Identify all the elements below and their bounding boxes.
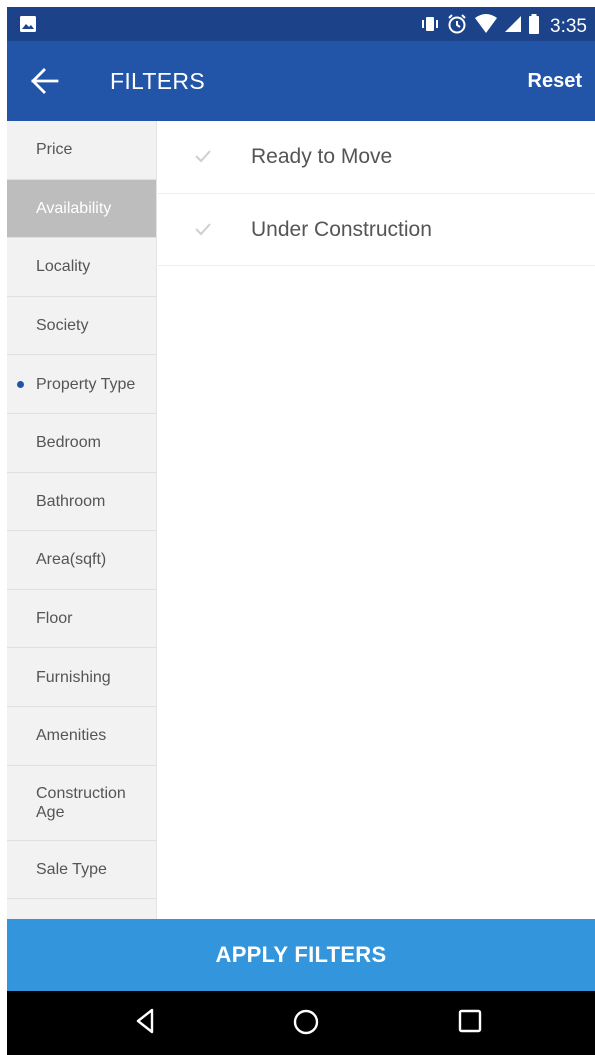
option-ready-to-move[interactable]: Ready to Move bbox=[158, 121, 595, 194]
option-label: Ready to Move bbox=[251, 145, 393, 168]
sidebar-item-label: Property Type bbox=[36, 375, 136, 393]
sidebar-item-label: Bedroom bbox=[36, 434, 101, 452]
sidebar-item-bathroom[interactable]: Bathroom bbox=[7, 473, 156, 532]
signal-icon bbox=[504, 15, 522, 38]
wifi-icon bbox=[474, 14, 498, 39]
option-under-construction[interactable]: Under Construction bbox=[158, 194, 595, 266]
sidebar-item-label: Availability bbox=[36, 199, 112, 217]
sidebar-item-society[interactable]: Society bbox=[7, 297, 156, 356]
sidebar-item-amenities[interactable]: Amenities bbox=[7, 707, 156, 766]
status-time: 3:35 bbox=[550, 15, 587, 37]
back-triangle-icon[interactable] bbox=[135, 1008, 155, 1039]
sidebar-item-label: Bathroom bbox=[36, 492, 106, 510]
availability-options-list: Ready to Move Under Construction bbox=[158, 121, 595, 266]
sidebar-item-property-type[interactable]: Property Type bbox=[7, 355, 156, 414]
sidebar-item-label: Society bbox=[36, 317, 89, 335]
app-bar: FILTERS Reset bbox=[7, 41, 595, 121]
vibrate-icon bbox=[420, 15, 440, 38]
back-button[interactable] bbox=[31, 67, 63, 95]
reset-button[interactable]: Reset bbox=[528, 70, 582, 93]
sidebar-item-label: Construction Age bbox=[36, 784, 126, 821]
sidebar-item-label: Amenities bbox=[36, 727, 107, 745]
sidebar-item-label: Furnishing bbox=[36, 668, 111, 686]
sidebar-item-floor[interactable]: Floor bbox=[7, 590, 156, 649]
alarm-icon bbox=[446, 13, 468, 40]
sidebar-item-label: Sale Type bbox=[36, 860, 107, 878]
sidebar-item-label: Price bbox=[36, 141, 73, 159]
screen: 3:35 FILTERS Reset Price Availability Lo… bbox=[7, 7, 595, 1055]
sidebar-item-area[interactable]: Area(sqft) bbox=[7, 531, 156, 590]
option-label: Under Construction bbox=[251, 217, 432, 241]
checkmark-icon bbox=[194, 222, 212, 241]
selection-dot-indicator bbox=[17, 381, 24, 389]
recents-square-icon[interactable] bbox=[457, 1008, 483, 1039]
sidebar-item-label: Floor bbox=[36, 610, 73, 628]
gallery-icon bbox=[19, 15, 37, 38]
sidebar-item-construction-age[interactable]: Construction Age bbox=[7, 766, 156, 841]
system-nav-bar bbox=[7, 991, 595, 1055]
arrow-left-icon bbox=[31, 68, 63, 99]
sidebar-item-furnishing[interactable]: Furnishing bbox=[7, 648, 156, 707]
sidebar-item-locality[interactable]: Locality bbox=[7, 238, 156, 297]
sidebar-item-label: Locality bbox=[36, 258, 91, 276]
sidebar-item-availability[interactable]: Availability bbox=[7, 179, 156, 239]
home-circle-icon[interactable] bbox=[292, 1008, 320, 1041]
filter-category-sidebar: Price Availability Locality Society Prop… bbox=[7, 121, 157, 919]
status-bar: 3:35 bbox=[7, 7, 595, 41]
apply-filters-button[interactable]: APPLY FILTERS bbox=[7, 919, 595, 991]
sidebar-item-label: Area(sqft) bbox=[36, 551, 107, 569]
battery-icon bbox=[528, 14, 540, 39]
sidebar-item-sale-type[interactable]: Sale Type bbox=[7, 841, 156, 900]
checkmark-icon bbox=[194, 149, 212, 168]
page-title: FILTERS bbox=[110, 68, 205, 94]
sidebar-item-price[interactable]: Price bbox=[7, 121, 156, 180]
sidebar-item-bedroom[interactable]: Bedroom bbox=[7, 414, 156, 473]
